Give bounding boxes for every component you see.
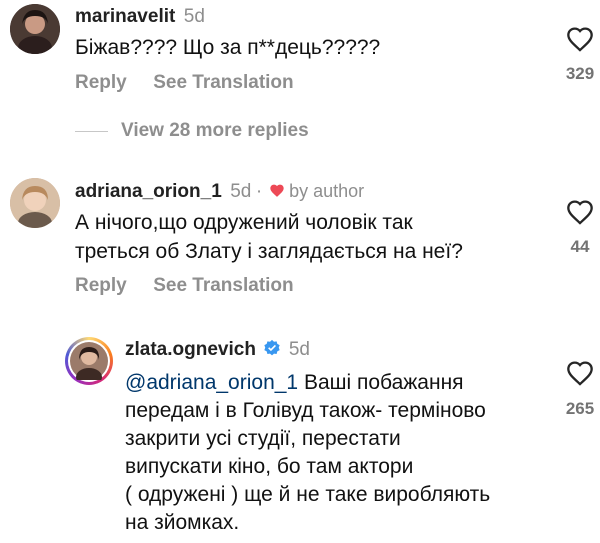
comment-username[interactable]: adriana_orion_1 xyxy=(75,181,222,202)
comment-actions: Reply See Translation xyxy=(75,275,294,297)
reply-text: @adriana_orion_1 Ваші побажання передам … xyxy=(125,369,490,537)
avatar[interactable] xyxy=(10,4,60,54)
story-ring-avatar[interactable] xyxy=(65,337,113,385)
heart-outline-icon[interactable] xyxy=(566,199,594,225)
reply-text-line: на зйомках. xyxy=(125,511,240,534)
reply-text-line: закрити усі студії, перестати xyxy=(125,427,401,450)
see-translation-button[interactable]: See Translation xyxy=(153,275,293,296)
avatar[interactable] xyxy=(10,178,60,228)
comment-header: adriana_orion_1 5d · by author xyxy=(75,181,364,203)
see-translation-button[interactable]: See Translation xyxy=(153,72,293,93)
author-heart-icon xyxy=(269,184,284,197)
verified-badge-icon xyxy=(264,339,281,356)
heart-outline-icon[interactable] xyxy=(566,26,594,52)
avatar-photo xyxy=(70,342,108,380)
reply-header: zlata.ognevich 5d xyxy=(125,339,310,361)
heart-outline-icon[interactable] xyxy=(566,360,594,386)
like-count: 265 xyxy=(565,399,595,418)
like-count: 44 xyxy=(570,237,590,256)
separator-dot: · xyxy=(255,181,263,202)
reply-text-line: передам і в Голівуд також- терміново xyxy=(125,399,486,422)
comment-time: 5d xyxy=(183,6,205,27)
view-more-replies-button[interactable]: View 28 more replies xyxy=(121,120,309,142)
comment-text-line: треться об Злату і заглядається на неї? xyxy=(75,240,463,263)
avatar-photo xyxy=(10,178,60,228)
mention-link[interactable]: @adriana_orion_1 xyxy=(125,371,298,394)
reply-button[interactable]: Reply xyxy=(75,275,127,296)
reply-time: 5d xyxy=(288,339,310,360)
view-replies-divider xyxy=(75,131,108,132)
reply-text-fragment: Ваші побажання xyxy=(298,371,464,394)
liked-by-author-label: by author xyxy=(289,181,365,201)
comment-text: Біжав???? Що за п**дець????? xyxy=(75,36,381,59)
comment-actions: Reply See Translation xyxy=(75,72,294,94)
comment-text-line: А нічого,що одружений чоловік так xyxy=(75,211,413,234)
avatar-photo xyxy=(10,4,60,54)
reply-text-line: ( одружені ) ще й не таке виробляють xyxy=(125,483,491,506)
reply-button[interactable]: Reply xyxy=(75,72,127,93)
comment-header: marinavelit 5d xyxy=(75,6,205,28)
reply-text-line: @adriana_orion_1 Ваші побажання xyxy=(125,369,490,397)
reply-username[interactable]: zlata.ognevich xyxy=(125,339,256,360)
reply-text-line: випускати кіно, бо там актори xyxy=(125,455,414,478)
like-count: 329 xyxy=(565,64,595,83)
comment-time: 5d xyxy=(230,181,252,202)
comment-username[interactable]: marinavelit xyxy=(75,6,175,27)
